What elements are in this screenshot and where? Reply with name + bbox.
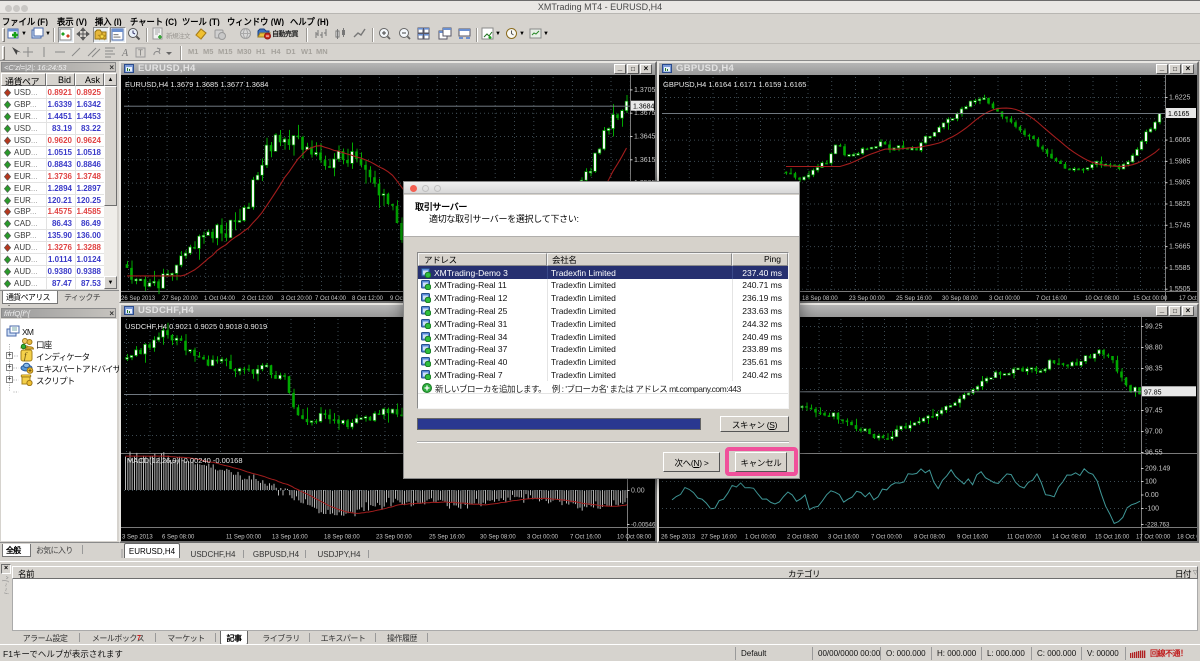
svg-text:A: A (121, 48, 129, 59)
svg-text:T: T (138, 49, 143, 58)
